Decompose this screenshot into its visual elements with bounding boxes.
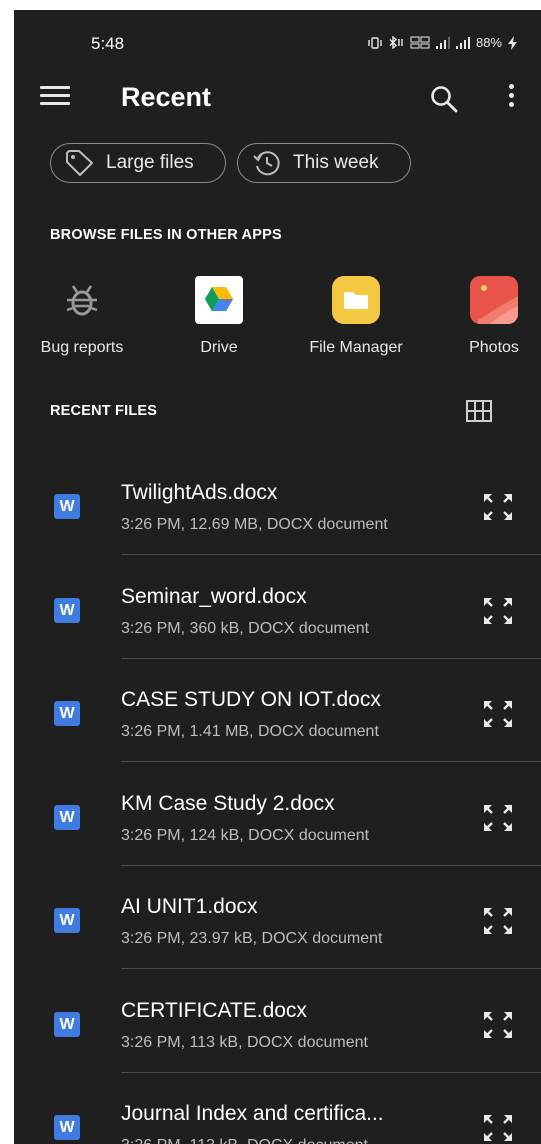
app-label: Photos	[469, 339, 519, 356]
file-meta: 3:26 PM, 360 kB, DOCX document	[121, 619, 370, 637]
tag-icon	[66, 150, 93, 176]
file-meta: 3:26 PM, 1.41 MB, DOCX document	[121, 723, 379, 740]
file-meta: 3:26 PM, 12.69 MB, DOCX document	[121, 516, 388, 533]
app-bar: Recent	[14, 66, 541, 130]
vibrate-icon	[368, 36, 382, 49]
folder-icon	[332, 276, 380, 324]
status-bar: 5:48 88%	[14, 10, 541, 60]
file-name: Seminar_word.docx	[121, 584, 307, 608]
menu-icon[interactable]	[40, 86, 70, 110]
file-row[interactable]: W CASE STUDY ON IOT.docx 3:26 PM, 1.41 MB,…	[14, 659, 541, 762]
word-document-icon: W	[54, 597, 80, 623]
file-meta: 3:26 PM, 113 kB, DOCX document	[121, 1033, 368, 1051]
word-document-icon: W	[54, 804, 80, 830]
file-row[interactable]: W CERTIFICATE.docx 3:26 PM, 113 kB, DOCX d…	[14, 970, 541, 1073]
file-name: AI UNIT1.docx	[121, 895, 258, 918]
expand-preview-icon[interactable]	[480, 594, 516, 628]
grid-view-icon[interactable]	[466, 400, 492, 422]
browse-section-header: BROWSE FILES IN OTHER APPS	[50, 227, 282, 243]
word-document-icon: W	[54, 494, 80, 519]
app-label: Drive	[200, 339, 238, 356]
word-document-icon: W	[54, 908, 80, 933]
signal-icon-2	[455, 36, 470, 49]
app-bug-reports[interactable]: Bug reports	[14, 272, 150, 372]
app-drive[interactable]: Drive	[151, 272, 287, 372]
word-document-icon: W	[54, 701, 80, 726]
file-meta: 3:26 PM, 124 kB, DOCX document	[121, 826, 370, 844]
expand-preview-icon[interactable]	[480, 904, 516, 938]
this-week-label: This week	[293, 152, 379, 173]
file-row[interactable]: W Journal Index and certifica... 3:26 PM, …	[14, 1073, 541, 1144]
file-row[interactable]: W KM Case Study 2.docx 3:26 PM, 124 kB, DO…	[14, 763, 541, 866]
volte-icon	[410, 36, 430, 49]
google-drive-icon	[195, 276, 243, 324]
file-row[interactable]: W TwilightAds.docx 3:26 PM, 12.69 MB, DOCX…	[14, 452, 541, 555]
file-name: KM Case Study 2.docx	[121, 791, 335, 815]
history-icon	[253, 151, 280, 176]
status-time: 5:48	[91, 34, 125, 53]
file-meta: 3:26 PM, 23.97 kB, DOCX document	[121, 930, 383, 947]
signal-icon-1	[435, 36, 450, 49]
file-name: Journal Index and certifica...	[121, 1102, 384, 1125]
file-meta: 3:26 PM, 113 kB, DOCX document	[121, 1137, 368, 1144]
expand-preview-icon[interactable]	[480, 1111, 516, 1144]
battery-percent: 88%	[475, 35, 502, 50]
file-name: TwilightAds.docx	[121, 481, 278, 504]
expand-preview-icon[interactable]	[480, 697, 516, 731]
app-label: File Manager	[309, 339, 403, 356]
app-photos[interactable]: Photos	[426, 272, 541, 372]
file-row[interactable]: W Seminar_word.docx 3:26 PM, 360 kB, DOCX …	[14, 556, 541, 659]
charging-bolt-icon	[508, 35, 517, 50]
large-files-label: Large files	[106, 152, 194, 173]
file-name: CERTIFICATE.docx	[121, 998, 307, 1022]
expand-preview-icon[interactable]	[480, 1008, 516, 1042]
word-document-icon: W	[54, 1011, 80, 1037]
screen: 5:48 88% Recent Large files This week BR…	[14, 10, 541, 1144]
expand-preview-icon[interactable]	[480, 490, 516, 524]
more-options-icon[interactable]	[504, 84, 518, 114]
bluetooth-icon	[389, 36, 403, 49]
this-week-chip[interactable]: This week	[237, 143, 411, 183]
app-file-manager[interactable]: File Manager	[288, 272, 424, 372]
recent-files-header: RECENT FILES	[50, 403, 158, 419]
status-icons: 88%	[368, 35, 517, 50]
search-icon[interactable]	[429, 84, 459, 114]
file-name: CASE STUDY ON IOT.docx	[121, 688, 381, 711]
page-title: Recent	[121, 82, 212, 112]
expand-preview-icon[interactable]	[480, 801, 516, 835]
app-label: Bug reports	[40, 339, 124, 356]
word-document-icon: W	[54, 1115, 80, 1140]
file-row[interactable]: W AI UNIT1.docx 3:26 PM, 23.97 kB, DOCX do…	[14, 866, 541, 969]
photos-icon	[470, 276, 518, 324]
large-files-chip[interactable]: Large files	[50, 143, 226, 183]
bug-icon	[66, 285, 98, 316]
